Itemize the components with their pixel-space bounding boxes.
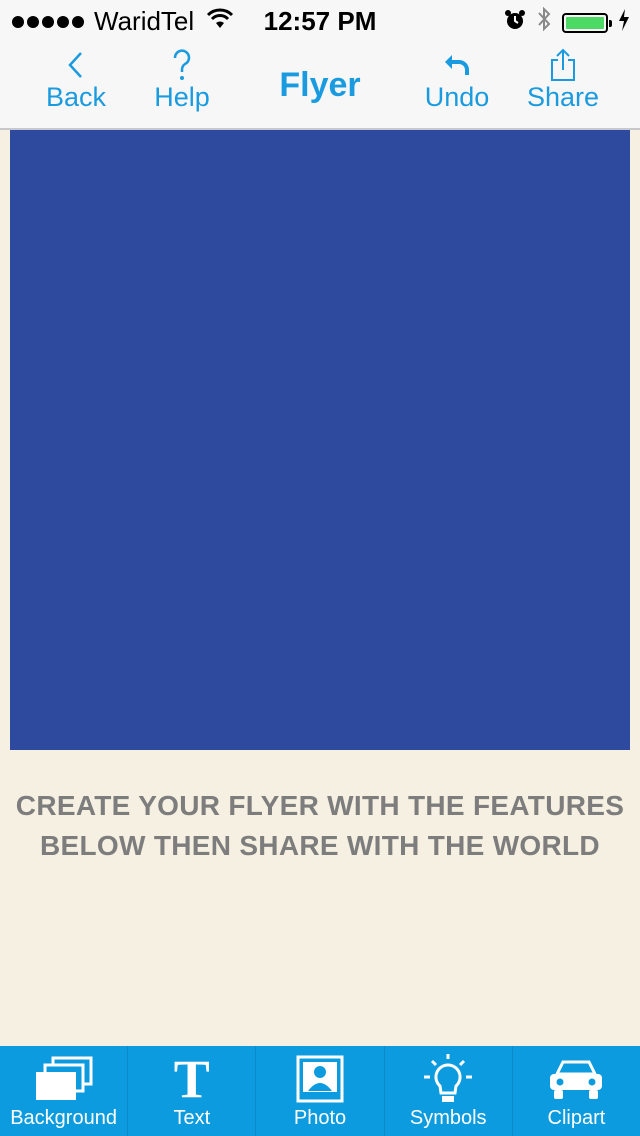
lightbulb-icon xyxy=(418,1053,478,1105)
clipart-label: Clipart xyxy=(547,1107,606,1129)
page-title: Flyer xyxy=(279,66,361,104)
photo-icon xyxy=(296,1053,344,1105)
text-label: Text xyxy=(173,1107,211,1129)
symbols-label: Symbols xyxy=(409,1107,487,1129)
instructions-line-1: CREATE YOUR FLYER WITH THE FEATURES xyxy=(15,790,625,821)
photo-button[interactable]: Photo xyxy=(256,1046,385,1136)
text-icon: T xyxy=(173,1049,210,1109)
flyer-canvas[interactable] xyxy=(10,130,630,750)
charging-icon xyxy=(618,7,630,38)
instructions-text: CREATE YOUR FLYER WITH THE FEATURES BELO… xyxy=(0,786,640,866)
text-button[interactable]: T Text xyxy=(128,1046,257,1136)
instructions-line-2: BELOW THEN SHARE WITH THE WORLD xyxy=(40,830,600,861)
car-icon xyxy=(547,1053,605,1105)
clipart-button[interactable]: Clipart xyxy=(513,1046,640,1136)
bottom-toolbar: Background T Text Photo Symbols Clipart xyxy=(0,1046,640,1136)
background-button[interactable]: Background xyxy=(0,1046,129,1136)
layers-icon xyxy=(33,1053,95,1105)
status-bar: WaridTel 12:57 PM xyxy=(0,0,640,40)
battery-icon xyxy=(562,12,612,33)
background-label: Background xyxy=(10,1107,117,1129)
status-right xyxy=(504,6,630,39)
alarm-icon xyxy=(504,7,526,38)
symbols-button[interactable]: Symbols xyxy=(385,1046,513,1136)
photo-label: Photo xyxy=(293,1107,347,1129)
battery-level xyxy=(566,16,604,29)
bluetooth-icon xyxy=(536,6,552,39)
